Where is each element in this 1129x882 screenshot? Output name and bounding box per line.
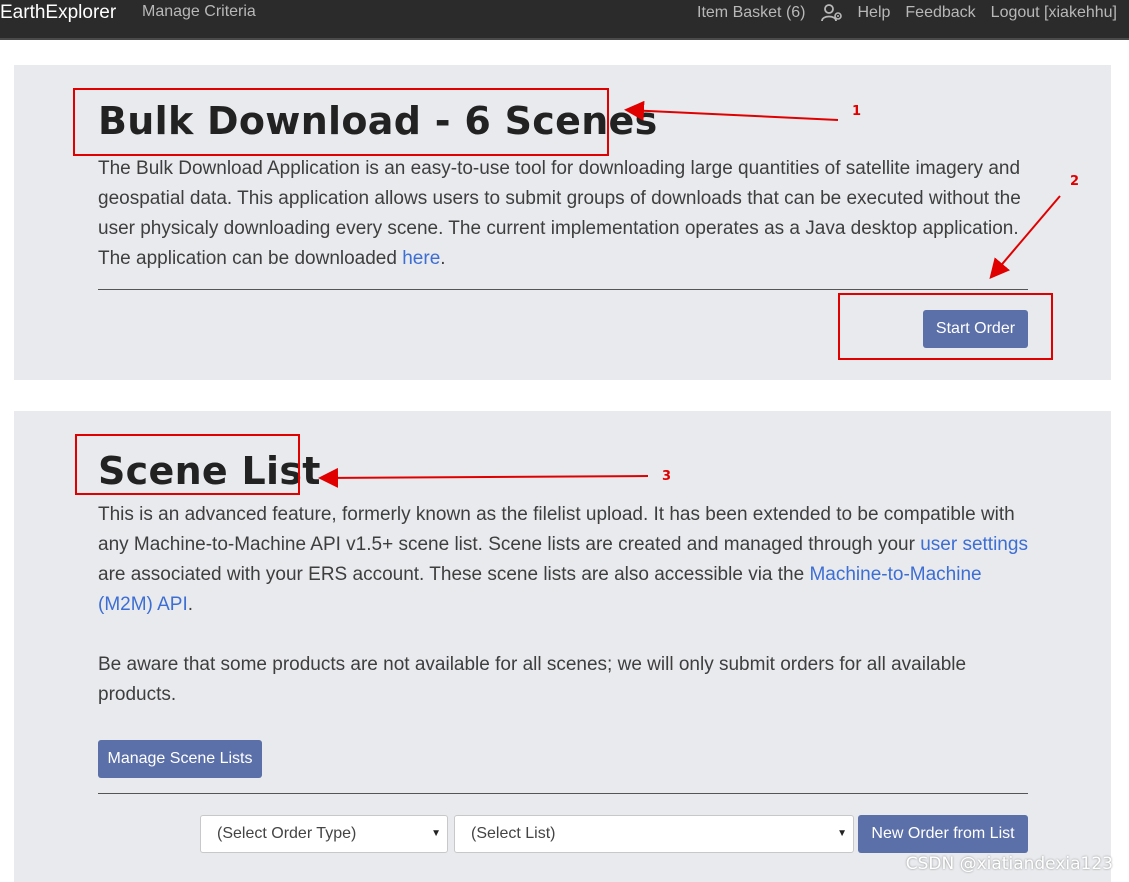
manage-scene-lists-button[interactable]: Manage Scene Lists [98, 740, 262, 778]
scene-list-select-value: (Select List) [471, 825, 556, 842]
divider [98, 289, 1028, 290]
new-order-from-list-button[interactable]: New Order from List [858, 815, 1028, 853]
annotation-number-2: 2 [1070, 174, 1080, 189]
annotation-number-3: 3 [662, 469, 672, 484]
order-type-select[interactable]: (Select Order Type) ▼ [200, 815, 448, 853]
nav-manage-criteria[interactable]: Manage Criteria [142, 3, 256, 21]
scene-list-text-a: This is an advanced feature, formerly kn… [98, 504, 1015, 555]
brand-logo[interactable]: EarthExplorer [0, 2, 116, 24]
scene-list-text-b: are associated with your ERS account. Th… [98, 564, 810, 585]
nav-logout[interactable]: Logout [xiakehhu] [991, 4, 1117, 22]
annotation-box-3 [75, 434, 300, 495]
annotation-box-1 [73, 88, 609, 156]
order-type-select-value: (Select Order Type) [217, 825, 357, 842]
nav-item-basket[interactable]: Item Basket (6) [697, 4, 805, 22]
bulk-download-text-end: . [440, 248, 446, 269]
nav-feedback[interactable]: Feedback [905, 4, 975, 22]
user-settings-icon[interactable] [820, 3, 843, 23]
annotation-number-1: 1 [852, 104, 862, 119]
chevron-down-icon: ▼ [837, 828, 847, 839]
user-settings-link[interactable]: user settings [920, 534, 1028, 555]
top-navbar: EarthExplorer Manage Criteria Item Baske… [0, 0, 1129, 40]
scene-list-note: Be aware that some products are not avai… [98, 654, 967, 705]
watermark: CSDN @xiatiandexia123 [905, 854, 1113, 874]
scene-list-description: This is an advanced feature, formerly kn… [98, 500, 1033, 620]
nav-right-group: Item Basket (6) Help Feedback Logout [xi… [697, 3, 1117, 23]
nav-help[interactable]: Help [858, 4, 891, 22]
bulk-download-description: The Bulk Download Application is an easy… [98, 154, 1033, 274]
scene-list-select[interactable]: (Select List) ▼ [454, 815, 854, 853]
scene-list-text-c: . [187, 594, 194, 615]
download-here-link[interactable]: here [402, 248, 440, 269]
annotation-box-2 [838, 293, 1053, 360]
divider [98, 793, 1028, 794]
bulk-download-text: The Bulk Download Application is an easy… [98, 158, 1021, 269]
chevron-down-icon: ▼ [431, 828, 441, 839]
